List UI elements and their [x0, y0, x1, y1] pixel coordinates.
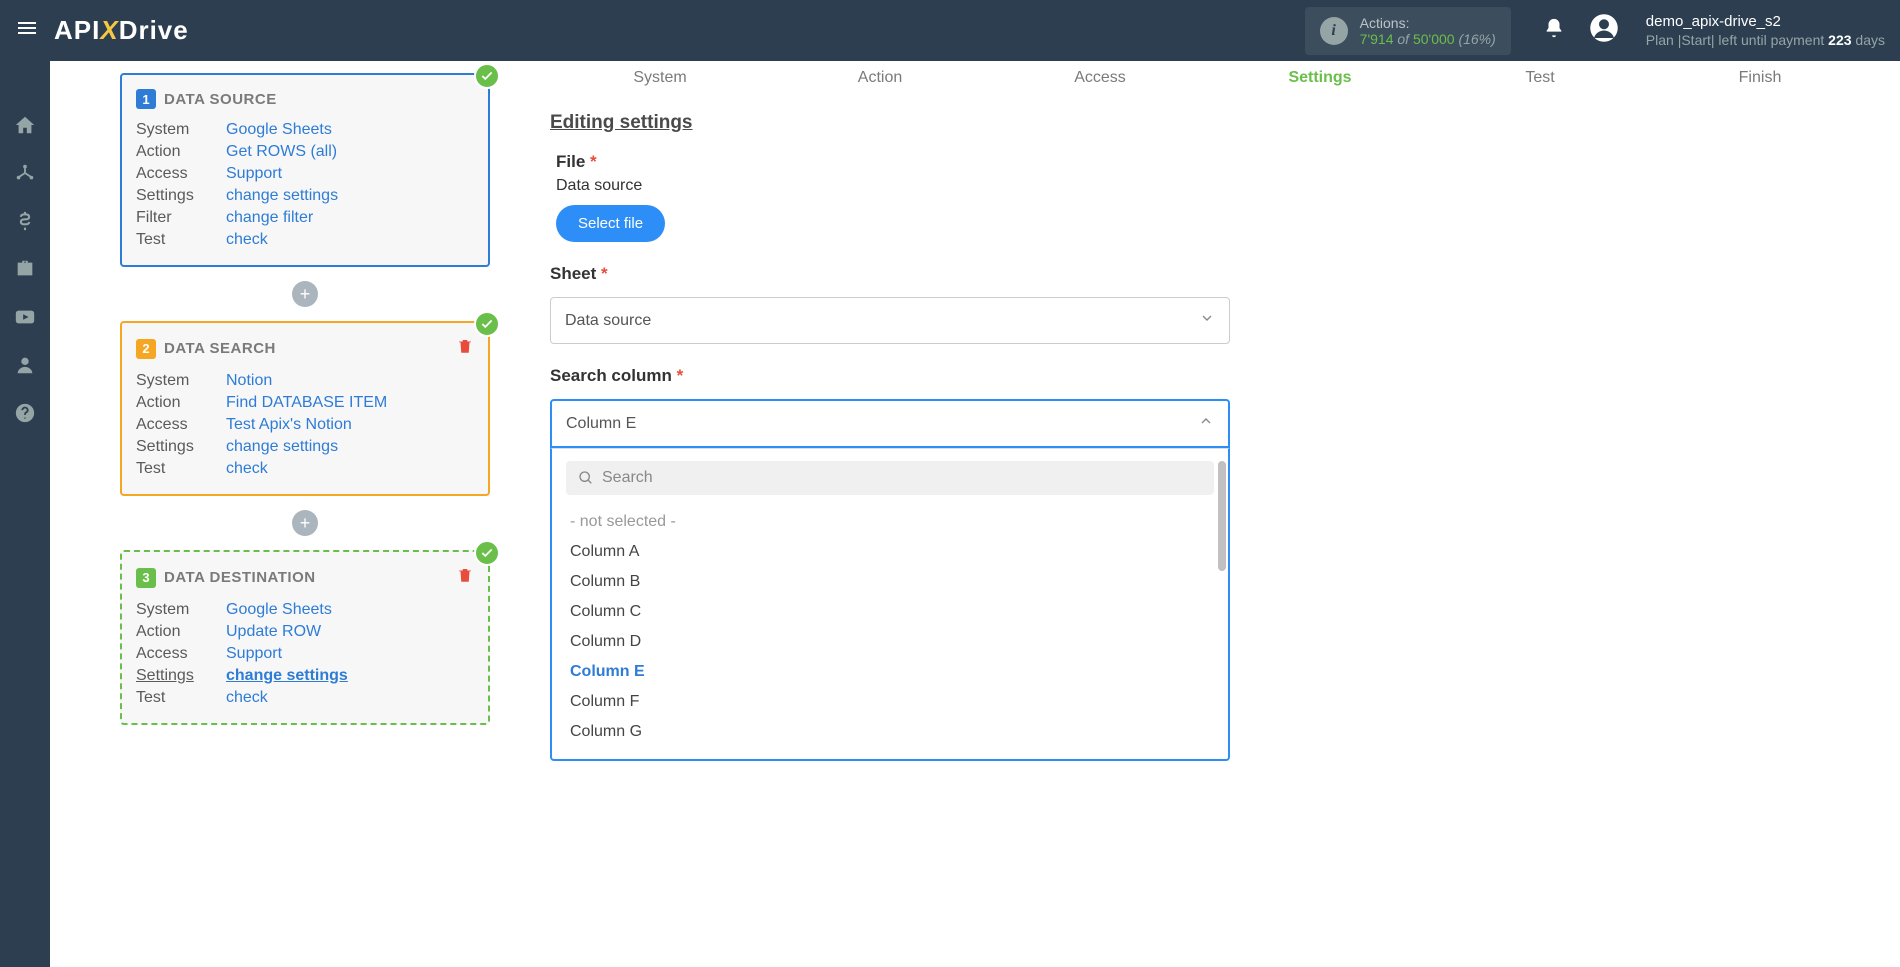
- check-badge-icon: [474, 311, 500, 337]
- wizard-steps: System Action Access Settings Test Finis…: [550, 61, 1870, 87]
- sidebar-billing[interactable]: [0, 197, 50, 245]
- card-row[interactable]: Filterchange filter: [136, 207, 474, 229]
- card-row[interactable]: Testcheck: [136, 458, 474, 480]
- step-settings[interactable]: Settings: [1210, 61, 1430, 87]
- step-test[interactable]: Test: [1430, 61, 1650, 87]
- check-badge-icon: [474, 540, 500, 566]
- add-step-button[interactable]: +: [292, 281, 318, 307]
- plan-info: Plan |Start| left until payment 223 days: [1646, 32, 1885, 48]
- dropdown-item[interactable]: Column B: [566, 567, 1214, 597]
- info-icon: i: [1320, 17, 1348, 45]
- user-info[interactable]: demo_apix-drive_s2 Plan |Start| left unt…: [1646, 13, 1885, 48]
- check-badge-icon: [474, 63, 500, 89]
- card-row[interactable]: ActionUpdate ROW: [136, 621, 474, 643]
- card-title: DATA SEARCH: [164, 340, 276, 357]
- card-row[interactable]: AccessSupport: [136, 163, 474, 185]
- dropdown-search-input[interactable]: [602, 469, 1202, 487]
- select-file-button[interactable]: Select file: [556, 205, 665, 242]
- dropdown-item[interactable]: Column F: [566, 687, 1214, 717]
- card-number: 3: [136, 568, 156, 588]
- card-number: 2: [136, 339, 156, 359]
- card-row[interactable]: ActionGet ROWS (all): [136, 141, 474, 163]
- menu-button[interactable]: [15, 16, 39, 45]
- logo[interactable]: APIXDrive: [54, 15, 189, 46]
- step-access[interactable]: Access: [990, 61, 1210, 87]
- dropdown-item[interactable]: - not selected -: [566, 507, 1214, 537]
- sheet-label: Sheet *: [550, 264, 1870, 284]
- card-row[interactable]: Settingschange settings: [136, 185, 474, 207]
- main: 1 DATA SOURCE SystemGoogle Sheets Action…: [50, 61, 1900, 967]
- header: APIXDrive i Actions: 7'914 of 50'000 (16…: [0, 0, 1900, 61]
- card-row[interactable]: AccessTest Apix's Notion: [136, 414, 474, 436]
- card-row[interactable]: Testcheck: [136, 687, 474, 709]
- user-avatar-icon[interactable]: [1589, 13, 1619, 48]
- right-panel: System Action Access Settings Test Finis…: [520, 61, 1900, 967]
- sidebar-connections[interactable]: [0, 149, 50, 197]
- sheet-select[interactable]: Data source: [550, 297, 1230, 344]
- dropdown-item[interactable]: Column C: [566, 597, 1214, 627]
- actions-counter[interactable]: i Actions: 7'914 of 50'000 (16%): [1305, 7, 1511, 55]
- sidebar-briefcase[interactable]: [0, 245, 50, 293]
- sidebar-home[interactable]: [0, 101, 50, 149]
- card-row[interactable]: SystemNotion: [136, 370, 474, 392]
- section-title: Editing settings: [550, 112, 1870, 134]
- search-icon: [578, 470, 594, 486]
- card-title: DATA SOURCE: [164, 91, 277, 108]
- search-column-select[interactable]: Column E: [550, 399, 1230, 448]
- file-label: File *: [556, 152, 1870, 172]
- chevron-up-icon: [1198, 413, 1214, 434]
- left-panel: 1 DATA SOURCE SystemGoogle Sheets Action…: [50, 61, 520, 967]
- step-action[interactable]: Action: [770, 61, 990, 87]
- dropdown-item[interactable]: Column G: [566, 717, 1214, 747]
- card-number: 1: [136, 89, 156, 109]
- sidebar-youtube[interactable]: [0, 293, 50, 341]
- dropdown-item[interactable]: Column E: [566, 657, 1214, 687]
- card-data-search[interactable]: 2 DATA SEARCH SystemNotion ActionFind DA…: [120, 321, 490, 496]
- step-finish[interactable]: Finish: [1650, 61, 1870, 87]
- sidebar: [0, 61, 50, 967]
- delete-icon[interactable]: [456, 337, 474, 360]
- card-row[interactable]: Settingschange settings: [136, 436, 474, 458]
- card-data-destination[interactable]: 3 DATA DESTINATION SystemGoogle Sheets A…: [120, 550, 490, 725]
- card-row[interactable]: AccessSupport: [136, 643, 474, 665]
- card-row[interactable]: SystemGoogle Sheets: [136, 599, 474, 621]
- card-title: DATA DESTINATION: [164, 569, 316, 586]
- dropdown-search[interactable]: [566, 461, 1214, 495]
- card-row[interactable]: Testcheck: [136, 229, 474, 251]
- card-row[interactable]: SystemGoogle Sheets: [136, 119, 474, 141]
- sidebar-profile[interactable]: [0, 341, 50, 389]
- file-value: Data source: [556, 177, 1870, 195]
- search-column-label: Search column *: [550, 366, 1870, 386]
- scrollbar[interactable]: [1218, 461, 1226, 709]
- dropdown-item[interactable]: Column A: [566, 537, 1214, 567]
- add-step-button[interactable]: +: [292, 510, 318, 536]
- card-row[interactable]: ActionFind DATABASE ITEM: [136, 392, 474, 414]
- chevron-down-icon: [1199, 310, 1215, 331]
- search-column-dropdown: - not selected - Column A Column B Colum…: [550, 448, 1230, 761]
- delete-icon[interactable]: [456, 566, 474, 589]
- dropdown-item[interactable]: Column D: [566, 627, 1214, 657]
- card-data-source[interactable]: 1 DATA SOURCE SystemGoogle Sheets Action…: [120, 73, 490, 267]
- username: demo_apix-drive_s2: [1646, 13, 1885, 30]
- bell-icon[interactable]: [1543, 17, 1565, 44]
- card-row[interactable]: Settingschange settings: [136, 665, 474, 687]
- step-system[interactable]: System: [550, 61, 770, 87]
- sidebar-help[interactable]: [0, 389, 50, 437]
- actions-label: Actions:: [1360, 15, 1496, 31]
